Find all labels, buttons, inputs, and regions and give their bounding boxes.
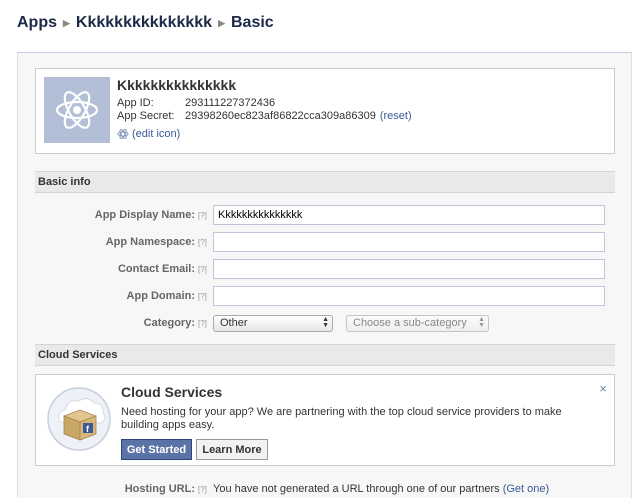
category-row: Category: [?] Other ▲ ▼ Choose a sub-cate…: [35, 312, 615, 334]
app-domain-row: App Domain: [?]: [35, 285, 615, 307]
namespace-row: App Namespace: [?]: [35, 231, 615, 253]
cloud-services-card: × f Cloud Services Need hosting for your…: [35, 374, 615, 466]
get-started-button[interactable]: Get Started: [121, 439, 192, 460]
edit-icon-row: (edit icon): [117, 128, 180, 140]
category-select-value: Other: [220, 317, 248, 329]
cloud-services-header: Cloud Services: [35, 344, 615, 366]
hosting-url-message: You have not generated a URL through one…: [213, 483, 500, 495]
cloud-box-icon: f: [47, 387, 111, 451]
hosting-url-row: Hosting URL: [?] You have not generated …: [35, 481, 615, 497]
close-icon[interactable]: ×: [599, 381, 607, 396]
namespace-label: App Namespace:: [105, 236, 195, 248]
subcategory-select[interactable]: Choose a sub-category ▲ ▼: [346, 314, 489, 332]
app-id-value: 293111227372436: [185, 97, 276, 109]
contact-email-row: Contact Email: [?]: [35, 258, 615, 280]
app-domain-label: App Domain:: [126, 290, 195, 302]
breadcrumb-app-link[interactable]: Kkkkkkkkkkkkkkk: [76, 14, 212, 32]
app-secret-row: App Secret: 29398260ec823af86822cca309a8…: [117, 110, 412, 122]
learn-more-button[interactable]: Learn More: [196, 439, 268, 460]
breadcrumb-apps-link[interactable]: Apps: [17, 14, 57, 32]
gear-icon: [117, 129, 129, 139]
chevron-right-icon: ▶: [63, 17, 70, 28]
display-name-label: App Display Name:: [94, 209, 195, 221]
app-id-label: App ID:: [117, 97, 154, 109]
edit-icon-link[interactable]: (edit icon): [132, 128, 180, 140]
contact-email-input[interactable]: [213, 259, 605, 279]
get-one-link[interactable]: (Get one): [503, 483, 549, 495]
subcategory-select-value: Choose a sub-category: [353, 317, 467, 329]
app-icon: [44, 77, 110, 143]
chevron-right-icon: ▶: [218, 17, 225, 28]
facebook-icon: f: [83, 423, 93, 434]
reset-secret-link[interactable]: (reset): [380, 110, 412, 122]
cloud-services-description: Need hosting for your app? We are partne…: [121, 406, 562, 431]
category-select[interactable]: Other ▲ ▼: [213, 314, 333, 332]
app-secret-label: App Secret:: [117, 110, 175, 122]
hosting-url-label: Hosting URL:: [124, 483, 195, 495]
display-name-input[interactable]: [213, 205, 605, 225]
cloud-services-title: Cloud Services: [121, 384, 223, 400]
category-label: Category:: [143, 317, 195, 329]
app-domain-input[interactable]: [213, 286, 605, 306]
app-secret-value: 29398260ec823af86822cca309a86309: [185, 110, 376, 122]
contact-email-label: Contact Email:: [117, 263, 195, 275]
breadcrumb-current: Basic: [230, 14, 274, 31]
basic-info-header: Basic info: [35, 171, 615, 193]
app-id-row: App ID: 293111227372436: [117, 97, 275, 109]
settings-panel: Kkkkkkkkkkkkkkk App ID: 293111227372436 …: [17, 52, 632, 498]
namespace-input[interactable]: [213, 232, 605, 252]
atom-icon: [55, 91, 99, 129]
breadcrumb: Apps ▶ Kkkkkkkkkkkkkkk ▶ Basic: [17, 12, 274, 34]
app-summary-card: Kkkkkkkkkkkkkkk App ID: 293111227372436 …: [35, 68, 615, 154]
select-arrows-icon: ▲ ▼: [322, 316, 329, 329]
display-name-row: App Display Name: [?]: [35, 204, 615, 226]
select-arrows-icon: ▲ ▼: [478, 316, 485, 329]
hosting-url-text: You have not generated a URL through one…: [213, 483, 549, 495]
app-name: Kkkkkkkkkkkkkkk: [117, 77, 237, 93]
